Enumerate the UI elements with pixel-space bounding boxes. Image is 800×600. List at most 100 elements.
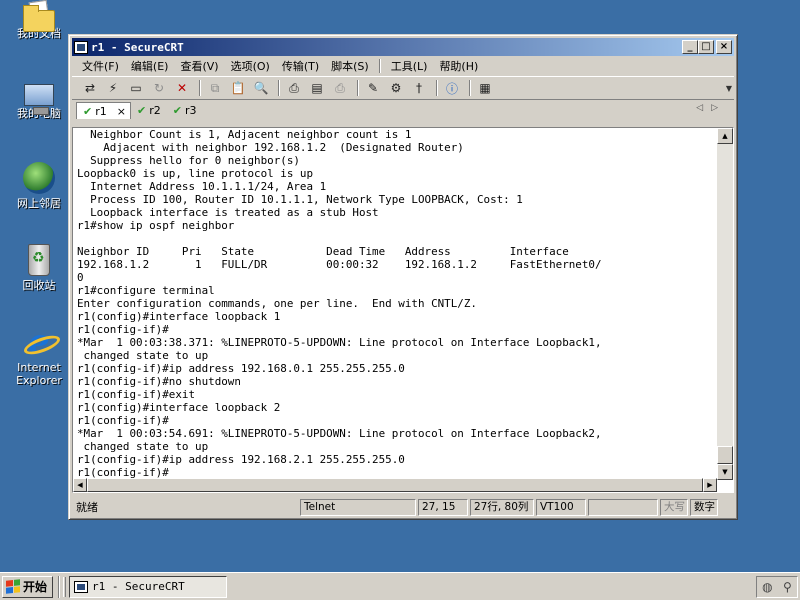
terminal-line: changed state to up: [77, 349, 209, 362]
tab-r1[interactable]: ✔ r1 ×: [76, 102, 131, 119]
connected-check-icon: ✔: [83, 104, 93, 118]
terminal-line: Loopback interface is treated as a stub …: [77, 206, 379, 219]
find-icon[interactable]: 🔍: [251, 79, 271, 97]
minimize-button[interactable]: _: [682, 40, 698, 54]
folder-documents-icon: [23, 5, 55, 32]
status-emulation: VT100: [536, 498, 586, 516]
terminal-line: 0: [77, 271, 84, 284]
desktop-icon-label: 网上邻居: [17, 197, 61, 210]
taskbar-grip[interactable]: [63, 576, 67, 597]
tray-network-icon[interactable]: ⚲: [783, 580, 792, 594]
desktop-icon-my-documents[interactable]: 我的文档: [6, 2, 72, 40]
terminal-line: *Mar 1 00:03:38.371: %LINEPROTO-5-UPDOWN…: [77, 336, 602, 349]
connected-check-icon: ✔: [136, 104, 147, 117]
maximize-button[interactable]: □: [698, 40, 714, 54]
keymap-icon[interactable]: †: [409, 79, 429, 97]
terminal-line: r1(config-if)#: [77, 323, 169, 336]
status-cursor-position: 27, 15: [418, 498, 468, 516]
windows-logo-icon: [6, 579, 20, 594]
tray-speaker-icon[interactable]: ◍: [762, 580, 772, 594]
terminal-line: changed state to up: [77, 440, 209, 453]
close-button[interactable]: ×: [716, 40, 732, 54]
menu-script[interactable]: 脚本(S): [325, 58, 375, 74]
securecrt-window: r1 - SecureCRT _ □ × 文件(F) 编辑(E) 查看(V) 选…: [68, 34, 738, 520]
recycle-bin-icon: [28, 244, 50, 276]
terminal-line: Neighbor ID Pri State Dead Time Address …: [77, 245, 569, 258]
menu-transfer[interactable]: 传输(T): [276, 58, 325, 74]
global-options-icon[interactable]: ⚙: [386, 79, 406, 97]
securecrt-app-icon: [74, 580, 89, 593]
terminal-line: r1(config-if)#exit: [77, 388, 196, 401]
terminal-output[interactable]: Neighbor Count is 1, Adjacent neighbor c…: [77, 128, 715, 480]
session-options-icon[interactable]: ✎: [363, 79, 383, 97]
scroll-up-button[interactable]: ▲: [717, 128, 733, 144]
horizontal-scrollbar[interactable]: ◀ ▶: [73, 478, 717, 492]
terminal-line: Enter configuration commands, one per li…: [77, 297, 477, 310]
terminal-line: r1(config-if)#ip address 192.168.0.1 255…: [77, 362, 405, 375]
terminal-line: r1(config)#interface loopback 1: [77, 310, 281, 323]
tab-scroll-arrows-icon[interactable]: ◁▷: [696, 103, 726, 113]
terminal-line: r1(config-if)#: [77, 414, 169, 427]
internet-explorer-icon: e: [23, 325, 55, 359]
terminal-line: Suppress hello for 0 neighbor(s): [77, 154, 300, 167]
paste-icon[interactable]: 📋: [228, 79, 248, 97]
tab-close-icon[interactable]: ×: [117, 105, 126, 118]
network-icon: [23, 162, 55, 194]
securecrt-app-icon[interactable]: [74, 40, 88, 54]
status-ready: 就绪: [76, 501, 98, 514]
scroll-left-button[interactable]: ◀: [73, 478, 87, 492]
menu-tools[interactable]: 工具(L): [385, 58, 434, 74]
tab-label: r1: [95, 104, 107, 118]
status-terminal-size: 27行, 80列: [470, 498, 534, 516]
desktop-icon-label: 回收站: [22, 279, 56, 292]
terminal-line: r1#show ip ospf neighbor: [77, 219, 235, 232]
desktop-icon-internet-explorer[interactable]: e Internet Explorer: [6, 325, 72, 387]
menu-separator: [378, 59, 381, 73]
horizontal-scroll-thumb[interactable]: [87, 478, 703, 492]
taskbar-item-securecrt[interactable]: r1 - SecureCRT: [69, 575, 228, 598]
session-tabs: ✔ r1 × ✔ r2 ✔ r3 ◁▷: [72, 101, 734, 119]
vertical-scroll-thumb[interactable]: [717, 446, 733, 464]
start-label: 开始: [23, 580, 48, 594]
help-icon[interactable]: ⓘ: [442, 79, 462, 97]
taskbar-item-label: r1 - SecureCRT: [92, 580, 185, 593]
desktop-icon-recycle-bin[interactable]: 回收站: [6, 244, 72, 292]
toolbar: ⇄ ⚡ ▭ ↻ ✕ ⧉ 📋 🔍 ⎙ ▤ ⎙ ✎ ⚙ † ⓘ ▦ ▼: [72, 76, 734, 100]
toolbar-separator: [357, 80, 359, 96]
terminal-line: Adjacent with neighbor 192.168.1.2 (Desi…: [77, 141, 464, 154]
toolbar-separator: [469, 80, 471, 96]
connect-icon[interactable]: ⇄: [80, 79, 100, 97]
desktop-icon-label: Internet Explorer: [16, 361, 62, 387]
menu-file[interactable]: 文件(F): [76, 58, 125, 74]
disconnect-icon[interactable]: ✕: [172, 79, 192, 97]
reconnect-icon[interactable]: ↻: [149, 79, 169, 97]
vertical-scrollbar[interactable]: ▲ ▼: [717, 128, 733, 480]
scroll-down-button[interactable]: ▼: [717, 464, 733, 480]
connect-tab-icon[interactable]: ▭: [126, 79, 146, 97]
tab-label: r3: [184, 104, 197, 117]
print-selection-icon[interactable]: ⎙: [330, 79, 350, 97]
title-bar[interactable]: r1 - SecureCRT _ □ ×: [72, 38, 734, 56]
log-icon[interactable]: ▦: [475, 79, 495, 97]
menu-edit[interactable]: 编辑(E): [125, 58, 175, 74]
print-setup-icon[interactable]: ▤: [307, 79, 327, 97]
start-button[interactable]: 开始: [2, 575, 54, 598]
scroll-right-button[interactable]: ▶: [703, 478, 717, 492]
menu-help[interactable]: 帮助(H): [433, 58, 484, 74]
taskbar-separator: [58, 575, 61, 598]
status-num-lock: 数字: [690, 498, 718, 516]
terminal-pane[interactable]: Neighbor Count is 1, Adjacent neighbor c…: [72, 127, 734, 493]
desktop-icon-my-computer[interactable]: 我的电脑: [6, 82, 72, 120]
toolbar-overflow-icon[interactable]: ▼: [726, 84, 732, 93]
terminal-line: Internet Address 10.1.1.1/24, Area 1: [77, 180, 327, 193]
menu-options[interactable]: 选项(O): [225, 58, 276, 74]
print-icon[interactable]: ⎙: [284, 79, 304, 97]
copy-icon[interactable]: ⧉: [205, 79, 225, 97]
desktop-icon-network-places[interactable]: 网上邻居: [6, 162, 72, 210]
menu-view[interactable]: 查看(V): [174, 58, 224, 74]
quick-connect-icon[interactable]: ⚡: [103, 79, 123, 97]
status-bar: 就绪 Telnet 27, 15 27行, 80列 VT100 大写 数字: [72, 497, 734, 517]
tab-r2[interactable]: ✔ r2: [131, 102, 167, 119]
tab-r3[interactable]: ✔ r3: [167, 102, 203, 119]
